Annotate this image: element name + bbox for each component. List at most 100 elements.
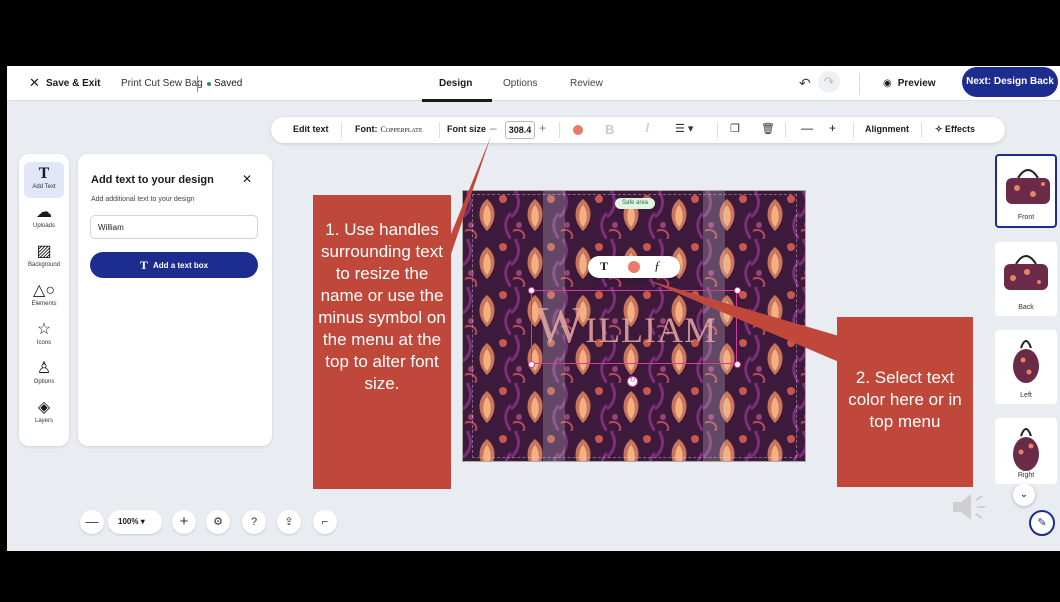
rail-item-background[interactable]: ▨ Background: [24, 240, 64, 276]
panel-subtitle: Add additional text to your design: [91, 196, 195, 203]
saved-status: Saved: [214, 78, 243, 89]
project-name: Print Cut Sew Bag: [121, 78, 203, 89]
rail-item-label: Add Text: [32, 184, 56, 190]
tab-review[interactable]: Review: [570, 78, 603, 89]
font-label: Font:: [355, 124, 378, 134]
close-icon[interactable]: ✕: [242, 172, 252, 186]
toolbar-divider: [853, 122, 854, 138]
add-text-box-label: Add a text box: [152, 261, 209, 270]
close-icon[interactable]: ✕: [29, 75, 40, 91]
font-size-input[interactable]: 308.4: [505, 121, 535, 139]
rail-item-options[interactable]: ♙ Options: [24, 357, 64, 393]
font-selector[interactable]: Font: Copperplate: [355, 124, 423, 134]
toolbar-divider: [921, 122, 922, 138]
effects-button[interactable]: ✧ Effects: [935, 124, 975, 135]
text-color-picker[interactable]: [628, 261, 640, 273]
text-icon: T: [139, 258, 148, 272]
redo-icon[interactable]: ↷: [818, 71, 840, 93]
editor-app: ✕ Save & Exit Print Cut Sew Bag Saved De…: [7, 66, 1060, 551]
rail-item-layers[interactable]: ◈ Layers: [24, 396, 64, 432]
canvas-text-william[interactable]: William: [535, 296, 735, 356]
help-icon[interactable]: ?: [242, 510, 266, 534]
toolbar-divider: [717, 122, 718, 138]
bag-left-thumbnail: [1013, 340, 1039, 383]
toolbar-divider: [341, 122, 342, 138]
elements-icon: △○: [33, 282, 55, 299]
rotate-handle-icon[interactable]: ↻: [627, 376, 638, 387]
tab-design[interactable]: Design: [439, 78, 472, 89]
duplicate-icon[interactable]: ❐: [730, 122, 740, 135]
resize-handle[interactable]: [528, 361, 535, 368]
rail-item-label: Options: [33, 379, 55, 385]
rail-item-label: Elements: [31, 301, 57, 307]
preview-button[interactable]: ◉ Preview: [883, 78, 936, 89]
bring-forward-button[interactable]: +: [829, 121, 836, 135]
bag-right-thumbnail: [1013, 428, 1039, 471]
header-bar: ✕ Save & Exit Print Cut Sew Bag Saved De…: [7, 66, 1060, 102]
upload-cloud-icon: ☁: [36, 204, 52, 221]
rail-item-icons[interactable]: ☆ Icons: [24, 318, 64, 354]
text-toolbar: Edit text Font: Copperplate Font size – 3…: [271, 117, 1005, 143]
rail-item-uploads[interactable]: ☁ Uploads: [24, 201, 64, 237]
rail-item-elements[interactable]: △○ Elements: [24, 279, 64, 315]
font-size-minus-button[interactable]: –: [490, 121, 497, 135]
resize-handle[interactable]: [734, 361, 741, 368]
zoom-level-select[interactable]: 100% ▾: [108, 510, 162, 534]
resize-handle[interactable]: [734, 287, 741, 294]
edit-text-button[interactable]: Edit text: [293, 124, 329, 134]
text-context-menu: T ƒ: [588, 256, 680, 278]
toolbar-divider: [439, 122, 440, 138]
effect-icon[interactable]: ƒ: [654, 258, 661, 274]
zoom-in-button[interactable]: +: [172, 510, 196, 534]
text-color-button[interactable]: [573, 125, 583, 135]
speaker-icon: [953, 494, 985, 520]
font-size-plus-button[interactable]: +: [539, 121, 546, 135]
gear-icon[interactable]: ⚙: [206, 510, 230, 534]
next-design-back-button[interactable]: Next: Design Back: [962, 67, 1058, 97]
send-backward-button[interactable]: —: [801, 121, 813, 135]
share-icon[interactable]: ⇪: [277, 510, 301, 534]
saved-status-icon: [207, 82, 211, 86]
chat-help-icon[interactable]: ✎: [1029, 510, 1055, 536]
rail-item-label: Uploads: [32, 223, 55, 229]
view-thumb-right[interactable]: Right: [995, 418, 1057, 484]
header-divider: [859, 73, 860, 95]
toolbar-divider: [785, 122, 786, 138]
undo-icon[interactable]: ↶: [799, 75, 811, 92]
layers-icon: ◈: [37, 399, 51, 416]
shirt-icon: ♙: [36, 360, 52, 377]
trash-icon[interactable]: 🗑: [761, 122, 775, 135]
toolbar-divider: [559, 122, 560, 138]
font-name: Copperplate: [380, 125, 423, 134]
eye-icon: ◉: [883, 78, 892, 89]
star-icon: ☆: [36, 321, 52, 338]
zoom-out-button[interactable]: —: [80, 510, 104, 534]
save-exit-button[interactable]: Save & Exit: [46, 78, 100, 89]
callout-resize-instructions: 1. Use handles surrounding text to resiz…: [313, 195, 451, 489]
chevron-down-icon[interactable]: ⌄: [1013, 484, 1035, 506]
rail-item-label: Layers: [34, 418, 53, 424]
text-input[interactable]: [90, 215, 258, 239]
safe-area-badge: Safe area: [615, 198, 655, 209]
view-label: Front: [1017, 214, 1035, 221]
effects-label: Effects: [945, 124, 976, 134]
view-thumb-back[interactable]: Back: [995, 242, 1057, 316]
background-icon: ▨: [36, 243, 52, 260]
effects-icon: ✧: [935, 124, 946, 134]
tool-rail: T Add Text ☁ Uploads ▨ Background △○ Ele…: [19, 154, 69, 446]
tab-options[interactable]: Options: [503, 78, 537, 89]
bold-button[interactable]: B: [605, 122, 614, 137]
add-text-box-button[interactable]: T Add a text box: [90, 252, 258, 278]
add-text-panel: Add text to your design ✕ Add additional…: [78, 154, 272, 446]
view-thumb-front[interactable]: Front: [995, 154, 1057, 228]
view-thumb-left[interactable]: Left: [995, 330, 1057, 404]
resize-handle[interactable]: [528, 287, 535, 294]
callout-color-instructions: 2. Select text color here or in top menu: [837, 317, 973, 487]
text-align-dropdown[interactable]: ☰ ▾: [675, 122, 693, 135]
bag-front-thumbnail: [1006, 169, 1050, 204]
alignment-button[interactable]: Alignment: [865, 124, 909, 134]
crop-icon[interactable]: ⌐: [313, 510, 337, 534]
rail-item-add-text[interactable]: T Add Text: [24, 162, 64, 198]
font-icon[interactable]: T: [600, 259, 608, 274]
italic-button[interactable]: I: [645, 121, 650, 137]
